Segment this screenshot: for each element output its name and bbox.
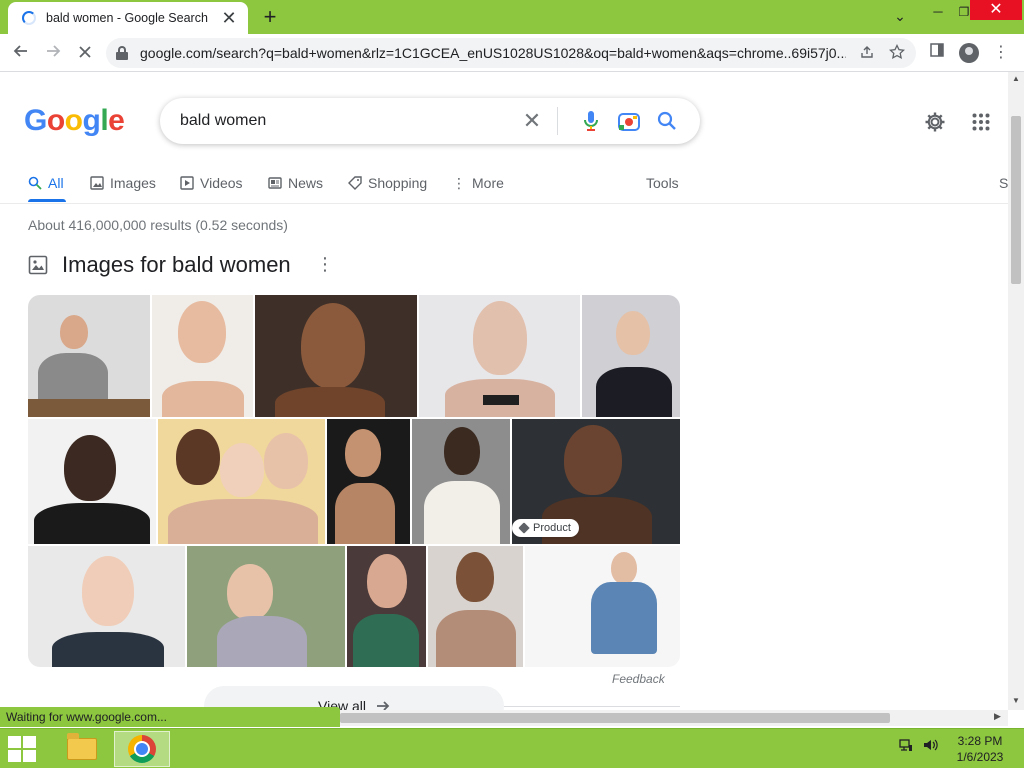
tab-all[interactable]: All	[28, 172, 64, 194]
forward-arrow-icon[interactable]	[40, 40, 66, 66]
network-icon[interactable]	[898, 737, 914, 756]
product-badge-label: Product	[533, 522, 571, 534]
tab-images-label: Images	[110, 175, 156, 191]
scroll-right-arrow-icon[interactable]: ▶	[994, 711, 1001, 722]
image-result-13[interactable]	[347, 546, 426, 667]
url-text[interactable]: google.com/search?q=bald+women&rlz=1C1GC…	[140, 45, 846, 61]
tab-title: bald women - Google Search	[46, 11, 208, 25]
images-section-heading: Images for bald women	[28, 252, 291, 278]
tab-tools[interactable]: Tools	[646, 172, 679, 194]
tab-tools-label: Tools	[646, 175, 679, 191]
view-all-divider	[504, 706, 680, 707]
tab-videos-label: Videos	[200, 175, 243, 191]
search-icon[interactable]	[652, 106, 682, 136]
side-panel-icon[interactable]	[924, 40, 950, 66]
search-box-separator	[557, 107, 558, 135]
image-result-9[interactable]	[412, 419, 510, 544]
tab-shopping[interactable]: Shopping	[348, 172, 427, 194]
image-result-6[interactable]	[28, 419, 156, 544]
tab-images[interactable]: Images	[90, 172, 156, 194]
tab-safesearch-cut[interactable]: S	[999, 172, 1008, 194]
image-result-2[interactable]	[152, 295, 253, 417]
images-heading-title[interactable]: Images for bald women	[62, 252, 291, 278]
chrome-taskbar-icon[interactable]	[114, 731, 170, 767]
tab-more[interactable]: ⋮ More	[452, 172, 504, 194]
feedback-link[interactable]: Feedback	[612, 672, 665, 686]
images-more-options-icon[interactable]: ⋮	[316, 254, 334, 274]
image-icon	[28, 255, 48, 275]
loading-spinner-icon	[22, 11, 36, 25]
image-result-15[interactable]	[525, 546, 680, 667]
image-results-grid: Product	[28, 295, 680, 667]
active-tab-indicator	[28, 199, 66, 202]
tab-news-label: News	[288, 175, 324, 191]
settings-gear-icon[interactable]	[921, 108, 949, 136]
camera-lens-icon[interactable]	[614, 106, 644, 136]
image-result-14[interactable]	[428, 546, 523, 667]
search-tabs: All Images Videos News Shopping ⋮ More T…	[28, 168, 1008, 204]
volume-icon[interactable]	[922, 737, 938, 756]
bookmark-star-icon[interactable]	[888, 43, 906, 63]
search-input[interactable]	[180, 112, 517, 130]
system-clock[interactable]: 3:28 PM 1/6/2023	[944, 733, 1016, 765]
lock-icon[interactable]	[116, 46, 128, 60]
google-apps-grid-icon[interactable]	[967, 108, 995, 136]
image-result-8[interactable]	[327, 419, 410, 544]
tag-icon	[518, 522, 530, 534]
stop-loading-icon[interactable]	[72, 40, 98, 66]
more-vertical-dots-icon: ⋮	[452, 174, 466, 191]
scroll-down-arrow-icon[interactable]: ▼	[1011, 696, 1021, 705]
microphone-icon[interactable]	[576, 106, 606, 136]
image-result-3[interactable]	[255, 295, 417, 417]
image-result-5[interactable]	[582, 295, 680, 417]
tab-search-chevron-icon[interactable]: ⌄	[880, 4, 920, 28]
profile-avatar-icon[interactable]	[956, 40, 982, 66]
image-result-7[interactable]	[158, 419, 325, 544]
browser-tab[interactable]: bald women - Google Search ✕	[8, 2, 248, 34]
image-result-11[interactable]	[28, 546, 185, 667]
browser-toolbar: google.com/search?q=bald+women&rlz=1C1GC…	[0, 34, 1024, 72]
product-badge[interactable]: Product	[512, 519, 579, 537]
vertical-scroll-thumb[interactable]	[1011, 116, 1021, 284]
image-result-12[interactable]	[187, 546, 345, 667]
file-explorer-taskbar-icon[interactable]	[54, 731, 110, 767]
back-arrow-icon[interactable]	[8, 40, 34, 66]
tabs-divider	[0, 203, 1008, 204]
tab-all-label: All	[48, 175, 64, 191]
tab-close-icon[interactable]: ✕	[220, 9, 238, 27]
tab-more-label: More	[472, 175, 504, 191]
search-box[interactable]: ✕	[160, 98, 700, 144]
loading-status-bar: Waiting for www.google.com...	[0, 707, 340, 727]
image-result-1[interactable]	[28, 295, 150, 417]
image-result-4[interactable]	[419, 295, 580, 417]
windows-taskbar: 3:28 PM 1/6/2023	[0, 728, 1024, 768]
tab-videos[interactable]: Videos	[180, 172, 243, 194]
browser-tabstrip: bald women - Google Search ✕ + ⌄ ─ ❐ ✕	[0, 0, 1024, 34]
horizontal-scroll-thumb[interactable]	[340, 713, 890, 723]
vertical-scrollbar[interactable]: ▲ ▼	[1008, 72, 1024, 710]
address-bar[interactable]: google.com/search?q=bald+women&rlz=1C1GC…	[106, 38, 916, 68]
clock-time: 3:28 PM	[957, 734, 1003, 748]
tab-news[interactable]: News	[268, 172, 323, 194]
browser-menu-icon[interactable]: ⋮	[988, 40, 1014, 66]
new-tab-button[interactable]: +	[258, 5, 282, 29]
clock-date: 1/6/2023	[956, 750, 1004, 764]
google-logo[interactable]: Google	[24, 104, 125, 138]
scroll-up-arrow-icon[interactable]: ▲	[1011, 74, 1021, 83]
tab-shopping-label: Shopping	[368, 175, 428, 191]
clear-search-icon[interactable]: ✕	[517, 108, 547, 134]
windows-start-icon[interactable]	[8, 736, 38, 762]
result-stats: About 416,000,000 results (0.52 seconds)	[28, 217, 288, 233]
share-icon[interactable]	[858, 45, 876, 62]
window-close-button[interactable]: ✕	[970, 0, 1022, 20]
